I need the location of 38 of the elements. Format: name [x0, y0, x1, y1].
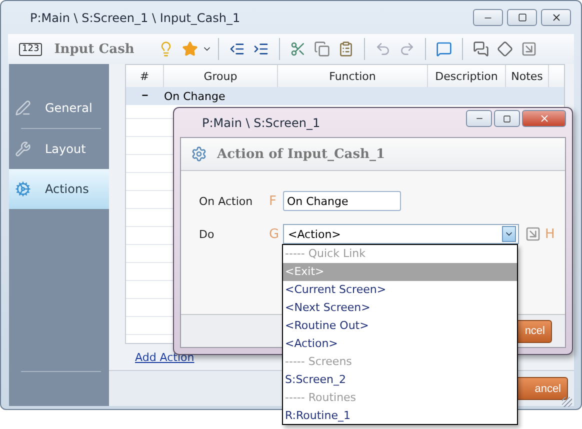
list-heading: ----- Screens: [284, 354, 353, 370]
list-heading: ----- Routines: [284, 390, 358, 406]
maximize-button[interactable]: [494, 110, 520, 127]
maximize-icon: [518, 13, 526, 22]
wrench-icon: [15, 141, 31, 157]
collapse-toggle[interactable]: −: [126, 90, 164, 102]
window-title: P:Main \ S:Screen_1 \ Input_Cash_1: [30, 10, 240, 24]
maximize-icon: [503, 114, 511, 122]
action-select[interactable]: <Action>: [283, 224, 519, 244]
field-label: Do: [199, 228, 216, 240]
toolbar-title: Input Cash: [54, 42, 134, 56]
number-badge: 123: [19, 42, 42, 56]
close-button[interactable]: [541, 9, 571, 26]
dialog-heading: Action of Input_Cash_1: [217, 146, 386, 162]
close-icon: [538, 113, 550, 124]
shortcut-letter: G: [269, 226, 280, 242]
resize-grip-icon[interactable]: [562, 397, 572, 407]
group-label: On Change: [164, 90, 226, 102]
maximize-button[interactable]: [507, 9, 537, 26]
shortcut-letter: H: [545, 226, 556, 242]
list-option[interactable]: R:Routine_1: [283, 407, 517, 425]
minimize-button[interactable]: [466, 110, 492, 127]
shortcut-letter: F: [269, 194, 278, 208]
list-option[interactable]: <Current Screen>: [283, 281, 517, 299]
add-action-link[interactable]: Add Action: [135, 350, 194, 364]
dropdown-arrow-button[interactable]: [502, 226, 516, 242]
field-label: On Action: [199, 194, 254, 208]
pen-icon: [15, 100, 31, 116]
list-heading: ----- Quick Link: [284, 246, 366, 262]
list-option[interactable]: <Next Screen>: [283, 299, 517, 317]
on-action-field[interactable]: On Change: [283, 191, 401, 211]
sidebar-item[interactable]: Actions: [9, 169, 109, 209]
arrow-box-icon[interactable]: [525, 226, 541, 242]
close-button[interactable]: [522, 110, 566, 127]
list-option[interactable]: S:Screen_2: [283, 371, 517, 389]
gear-icon: [191, 146, 207, 162]
close-icon: [550, 12, 562, 23]
dialog-title: P:Main \ S:Screen_1: [202, 116, 320, 130]
